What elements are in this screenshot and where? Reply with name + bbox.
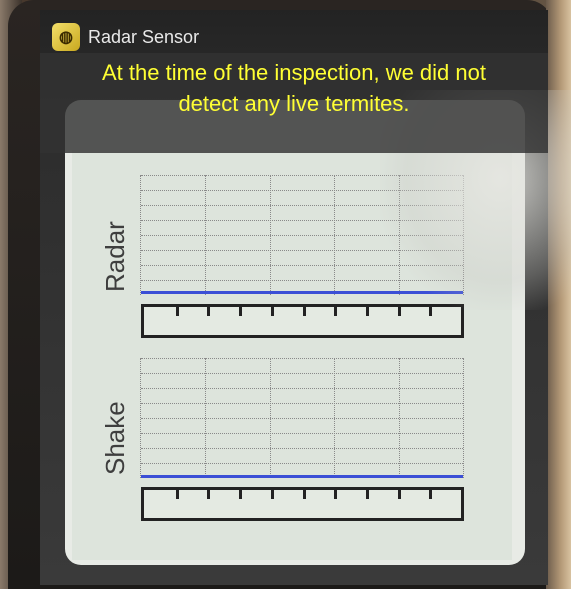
shake-gridline-v <box>463 358 464 478</box>
shake-gridline-h <box>141 388 463 389</box>
shake-gridline-v <box>270 358 271 478</box>
shake-scale-tick <box>239 489 242 499</box>
shake-axis-label: Shake <box>100 401 130 475</box>
caption-text: At the time of the inspection, we did no… <box>40 57 548 119</box>
shake-scale-tick <box>398 489 401 499</box>
shake-gridline-h <box>141 418 463 419</box>
radar-gridline-v <box>270 175 271 295</box>
shake-scale-bar[interactable] <box>141 487 464 521</box>
shake-scale-tick <box>366 489 369 499</box>
shake-scale-tick <box>207 489 210 499</box>
shake-plot <box>140 358 464 478</box>
shake-gridline-h <box>141 373 463 374</box>
radar-scale-tick <box>239 306 242 316</box>
app-logo-icon: ◍ <box>52 23 80 51</box>
shake-scale-tick <box>429 489 432 499</box>
caption-line-1: At the time of the inspection, we did no… <box>101 60 486 85</box>
radar-scale-tick <box>303 306 306 316</box>
shake-scale-tick <box>334 489 337 499</box>
shake-scale-tick <box>271 489 274 499</box>
shake-signal-line <box>141 475 463 478</box>
shake-gridline-h <box>141 448 463 449</box>
shake-gridline-h <box>141 403 463 404</box>
app-title: Radar Sensor <box>88 26 200 47</box>
radar-gridline-v <box>205 175 206 295</box>
radar-scale-tick <box>176 306 179 316</box>
radar-scale-tick <box>334 306 337 316</box>
radar-scale-tick <box>271 306 274 316</box>
caption-line-2: detect any live termites. <box>178 91 410 116</box>
radar-gridline-v <box>334 175 335 295</box>
radar-axis-label: Radar <box>100 221 130 292</box>
shake-scale-tick <box>176 489 179 499</box>
radar-scale-tick <box>366 306 369 316</box>
shake-gridline-v <box>334 358 335 478</box>
radar-scale-tick <box>207 306 210 316</box>
shake-gridline-h <box>141 463 463 464</box>
shake-scale-tick <box>303 489 306 499</box>
shake-gridline-h <box>141 358 463 359</box>
shake-gridline-v <box>205 358 206 478</box>
shake-gridline-h <box>141 433 463 434</box>
shake-gridline-v <box>399 358 400 478</box>
app-header: ◍ Radar Sensor <box>52 22 199 52</box>
